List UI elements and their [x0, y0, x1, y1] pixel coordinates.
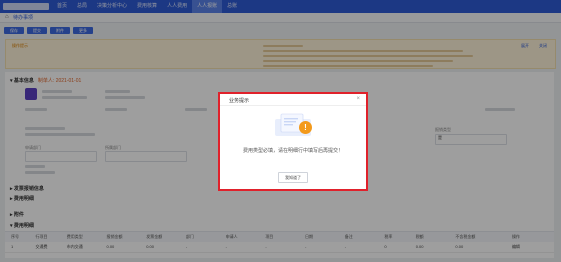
dialog-header: 业务提示 × [220, 94, 366, 106]
warning-icon: ! [299, 121, 312, 134]
business-tip-dialog: 业务提示 × ! 费用类型必填，请在明细行中填写后再提交！ 我知道了 [218, 92, 368, 191]
dialog-title: 业务提示 [229, 98, 250, 104]
dialog-message: 费用类型必填，请在明细行中填写后再提交！ [242, 148, 343, 154]
confirm-button[interactable]: 我知道了 [278, 172, 308, 183]
close-icon[interactable]: × [356, 96, 360, 102]
